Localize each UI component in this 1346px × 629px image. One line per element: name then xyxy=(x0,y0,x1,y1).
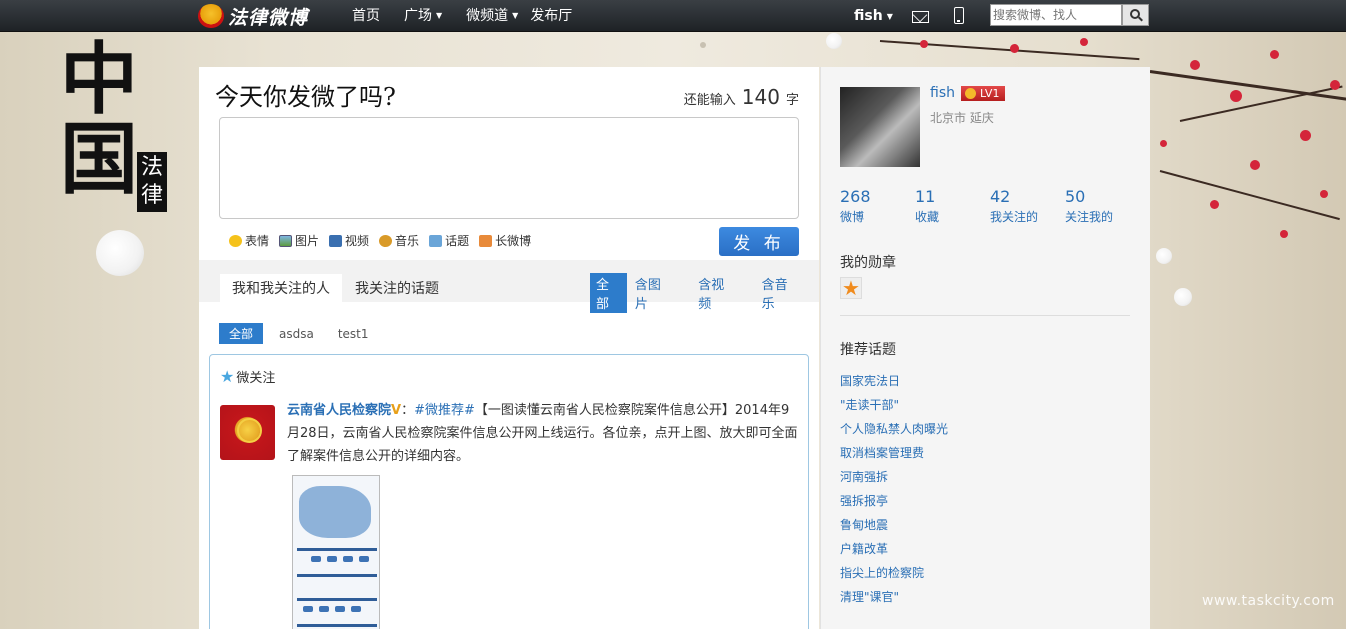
profile-stats: 268 微博 11 收藏 42 我关注的 50 关注我的 xyxy=(840,187,1140,225)
image-tool[interactable]: 图片 xyxy=(279,232,319,249)
topic-tool[interactable]: 话题 xyxy=(429,232,469,249)
group-filters: 全部 asdsa test1 xyxy=(219,323,393,344)
stat-following[interactable]: 42 我关注的 xyxy=(990,187,1065,225)
avatar[interactable] xyxy=(840,87,920,167)
list-item[interactable]: 河南强拆 xyxy=(840,465,948,489)
long-post-tool[interactable]: 长微博 xyxy=(479,232,531,249)
chevron-down-icon: ▼ xyxy=(436,11,443,20)
list-item[interactable]: 强拆报亭 xyxy=(840,489,948,513)
filter-music[interactable]: 含音乐 xyxy=(756,273,805,313)
post-author-link[interactable]: 云南省人民检察院 xyxy=(287,403,391,418)
remaining-count: 140 xyxy=(741,85,780,109)
recommended-topics-title: 推荐话题 xyxy=(840,342,896,358)
chevron-down-icon: ▼ xyxy=(886,11,893,21)
list-item[interactable]: 国家宪法日 xyxy=(840,369,948,393)
group-asdsa[interactable]: asdsa xyxy=(279,325,314,343)
nav-home[interactable]: 首页 xyxy=(340,0,392,32)
user-menu[interactable]: fish ▼ xyxy=(854,0,893,32)
china-calligraphy-text: 中国 xyxy=(60,34,139,205)
watermark: www.taskcity.com xyxy=(1202,593,1335,609)
tab-followed-topics[interactable]: 我关注的话题 xyxy=(343,274,451,302)
stat-favorites[interactable]: 11 收藏 xyxy=(915,187,990,225)
list-item[interactable]: 个人隐私禁人肉曝光 xyxy=(840,417,948,441)
brand-logo[interactable]: 法律微博 xyxy=(198,3,308,29)
tab-following[interactable]: 我和我关注的人 xyxy=(220,274,342,302)
section-header: ★ 微关注 xyxy=(220,367,276,386)
compose-toolbar: 表情 图片 视频 音乐 话题 长微博 xyxy=(229,232,541,249)
medals-title: 我的勋章 xyxy=(840,255,896,271)
filter-images[interactable]: 含图片 xyxy=(629,273,678,313)
list-item[interactable]: 户籍改革 xyxy=(840,537,948,561)
level-icon xyxy=(965,87,976,99)
brand-icon xyxy=(198,4,224,28)
smile-icon xyxy=(229,234,242,247)
verified-badge: V xyxy=(391,403,402,418)
divider xyxy=(840,315,1130,316)
compose-textarea[interactable] xyxy=(219,117,799,219)
star-icon: ★ xyxy=(220,367,235,386)
post-image-thumbnail[interactable] xyxy=(292,475,380,629)
profile-name: fish LV1 xyxy=(930,85,1006,101)
post-content: 云南省人民检察院V：#微推荐#【一图读懂云南省人民检察院案件信息公开】2014年… xyxy=(287,403,798,464)
brand-name: 法律微博 xyxy=(228,6,309,29)
list-item[interactable]: "走读干部" xyxy=(840,393,948,417)
stat-posts[interactable]: 268 微博 xyxy=(840,187,915,225)
image-icon xyxy=(279,234,293,247)
level-badge: LV1 xyxy=(961,85,1006,101)
search-input[interactable] xyxy=(990,4,1122,26)
topic-icon xyxy=(429,234,443,247)
nav-channels[interactable]: 微频道 ▼ xyxy=(454,0,530,32)
right-sidebar: fish LV1 北京市 延庆 268 微博 11 收藏 42 我关注的 50 关注我的… xyxy=(820,67,1150,629)
china-law-calligraphy: 中国 法律 xyxy=(60,40,180,220)
nav-square[interactable]: 广场 ▼ xyxy=(392,0,454,32)
list-item[interactable]: 清理"课官" xyxy=(840,585,948,609)
mobile-icon[interactable] xyxy=(954,7,964,24)
video-icon xyxy=(329,234,343,247)
avatar[interactable] xyxy=(220,405,275,460)
filter-videos[interactable]: 含视频 xyxy=(692,273,741,313)
list-item[interactable]: 指尖上的检察院 xyxy=(840,561,948,585)
long-post-icon xyxy=(479,234,493,247)
filter-all[interactable]: 全部 xyxy=(590,273,627,313)
medal-star-icon[interactable]: ★ xyxy=(840,277,862,299)
search-button[interactable] xyxy=(1122,4,1149,26)
chevron-down-icon: ▼ xyxy=(512,11,519,20)
user-menu-name: fish xyxy=(854,8,883,24)
profile-name-link[interactable]: fish xyxy=(930,85,955,101)
top-navigation-bar: 法律微博 首页 广场 ▼ 微频道 ▼ 发布厅 fish ▼ xyxy=(0,0,1346,32)
video-tool[interactable]: 视频 xyxy=(329,232,369,249)
recommended-topics-list: 国家宪法日 "走读干部" 个人隐私禁人肉曝光 取消档案管理费 河南强拆 强拆报亭… xyxy=(840,369,948,609)
emoji-tool[interactable]: 表情 xyxy=(229,232,269,249)
group-test1[interactable]: test1 xyxy=(338,325,369,343)
feed-filters: 全部 含图片 含视频 含音乐 xyxy=(590,273,819,313)
law-seal: 法律 xyxy=(137,152,167,212)
compose-title: 今天你发微了吗? xyxy=(215,83,396,111)
profile-location: 北京市 延庆 xyxy=(930,111,994,125)
main-column: 今天你发微了吗? 还能输入 140 字 表情 图片 视频 音乐 话题 长微博 发… xyxy=(199,67,819,629)
music-tool[interactable]: 音乐 xyxy=(379,232,419,249)
mail-icon[interactable] xyxy=(912,11,929,23)
weibo-follow-panel: ★ 微关注 云南省人民检察院V：#微推荐#【一图读懂云南省人民检察院案件信息公开… xyxy=(209,354,809,629)
list-item[interactable]: 鲁甸地震 xyxy=(840,513,948,537)
char-counter: 还能输入 140 字 xyxy=(683,85,799,109)
music-icon xyxy=(379,234,393,247)
group-all[interactable]: 全部 xyxy=(219,323,264,344)
hashtag-link[interactable]: #微推荐# xyxy=(414,403,475,418)
list-item[interactable]: 取消档案管理费 xyxy=(840,441,948,465)
nav-publish-hall[interactable]: 发布厅 xyxy=(530,0,584,32)
publish-button[interactable]: 发 布 xyxy=(719,227,799,256)
main-nav: 首页 广场 ▼ 微频道 ▼ 发布厅 xyxy=(340,0,584,32)
stat-followers[interactable]: 50 关注我的 xyxy=(1065,187,1140,225)
